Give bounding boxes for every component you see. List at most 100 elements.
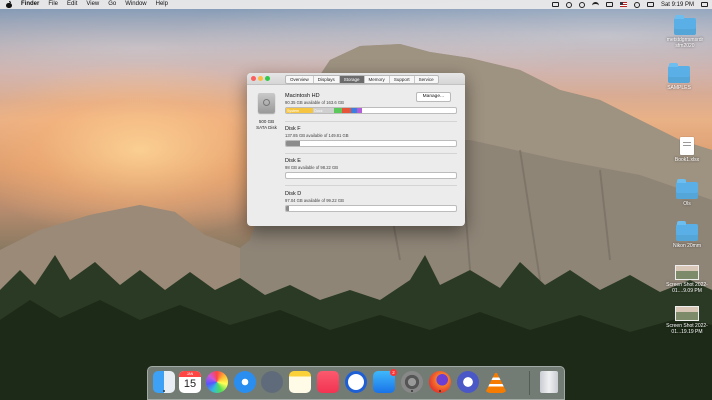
music-icon[interactable] — [317, 371, 339, 393]
notification-badge: 2 — [390, 369, 397, 376]
desktop-icon-label: Screen Shot 2022-01....9.09 PM — [666, 282, 708, 294]
finder-icon[interactable] — [153, 371, 175, 393]
menu-app-name[interactable]: Finder — [21, 0, 39, 9]
screenshot-thumbnail-icon — [675, 265, 699, 280]
torrent-app-icon[interactable] — [457, 371, 479, 393]
running-indicator — [411, 390, 413, 392]
folder-icon — [674, 15, 696, 35]
storage-bar — [285, 205, 457, 212]
calendar-day: 15 — [183, 378, 197, 390]
volume-macintosh-hd: Macintosh HD 90.35 GB available of 163.6… — [285, 92, 457, 114]
close-window-button[interactable] — [251, 76, 256, 81]
disk-type: SATA Disk — [256, 125, 277, 130]
menu-edit[interactable]: Edit — [67, 0, 77, 9]
folder-icon — [676, 179, 698, 199]
system-preferences-icon[interactable] — [401, 371, 423, 393]
ring-app-icon[interactable] — [345, 371, 367, 393]
wifi-icon[interactable] — [591, 2, 599, 7]
document-icon — [680, 137, 694, 155]
calendar-icon[interactable]: JAN 15 — [179, 371, 201, 393]
notification-center-icon[interactable] — [701, 2, 708, 7]
volume-name: Disk F — [285, 126, 301, 132]
volume-name: Disk D — [285, 191, 302, 197]
menu-clock[interactable]: Sat 9:19 PM — [661, 2, 694, 8]
menu-go[interactable]: Go — [108, 0, 116, 9]
launchpad-icon[interactable] — [261, 371, 283, 393]
screen-record-icon[interactable] — [551, 2, 559, 7]
menu-window[interactable]: Window — [125, 0, 146, 9]
used-space-fill — [286, 141, 300, 146]
tab-storage[interactable]: Storage — [339, 76, 365, 83]
desktop-icon-label: Nikon 20mm — [672, 243, 702, 249]
desktop-icon-label: metstdgrrsmsrdr sfm2020 — [666, 37, 704, 49]
desktop-icon-screenshot-1[interactable]: Screen Shot 2022-01....9.09 PM — [664, 265, 710, 294]
battery-icon[interactable] — [605, 2, 613, 7]
folder-icon — [668, 63, 690, 83]
dock-separator — [529, 371, 530, 395]
desktop-icon-samples[interactable]: SAMPLES — [656, 63, 702, 91]
running-indicator — [439, 390, 441, 392]
window-titlebar[interactable]: Overview Displays Storage Memory Support… — [247, 73, 465, 85]
desktop-icon-book1[interactable]: Book1.xlsx — [664, 137, 710, 163]
menu-file[interactable]: File — [48, 0, 58, 9]
volume-disk-d: Disk D 97.04 GB available of 99.22 GB — [285, 191, 457, 212]
divider — [285, 153, 457, 154]
storage-bar: System Docs — [285, 107, 457, 114]
disk-caption: 500 GB SATA Disk — [250, 119, 283, 131]
spotlight-search-icon[interactable] — [633, 1, 640, 8]
volume-disk-e: Disk E 98 GB available of 98.22 GB — [285, 158, 457, 179]
safari-icon[interactable] — [234, 371, 256, 393]
hard-disk-icon — [258, 93, 275, 113]
notes-icon[interactable] — [289, 371, 311, 393]
menu-help[interactable]: Help — [156, 0, 168, 9]
storage-segment-4 — [350, 108, 358, 113]
vlc-icon[interactable] — [485, 371, 507, 393]
input-source-flag-icon[interactable] — [619, 2, 627, 7]
minimize-window-button[interactable] — [258, 76, 263, 81]
volume-available: 98 GB available of 98.22 GB — [285, 165, 339, 170]
folder-icon — [676, 221, 698, 241]
app-store-icon[interactable]: 2 — [373, 369, 397, 393]
used-space-fill — [286, 206, 290, 211]
bluetooth-icon[interactable] — [578, 1, 585, 8]
apple-icon[interactable] — [6, 1, 12, 8]
status-area: Sat 9:19 PM — [551, 0, 708, 9]
time-machine-icon[interactable] — [565, 1, 572, 8]
divider — [285, 121, 457, 122]
storage-segment-3 — [342, 108, 351, 113]
photos-icon[interactable] — [206, 371, 228, 393]
storage-segment-2 — [333, 108, 343, 113]
storage-bar — [285, 140, 457, 147]
control-center-icon[interactable] — [646, 2, 654, 7]
desktop-icon-label: Book1.xlsx — [674, 157, 700, 163]
volume-available: 97.04 GB available of 99.22 GB — [285, 198, 344, 203]
desktop-icon-folder-1[interactable]: metstdgrrsmsrdr sfm2020 — [662, 15, 708, 49]
trash-icon[interactable] — [540, 371, 558, 393]
tab-displays[interactable]: Displays — [314, 76, 340, 83]
manage-button[interactable]: Manage... — [415, 92, 451, 102]
desktop-icon-label: Ols — [683, 201, 691, 207]
volume-name: Disk E — [285, 158, 301, 164]
storage-segment-0: System — [286, 108, 314, 113]
dock: JAN 15 2 — [147, 366, 565, 400]
zoom-window-button[interactable] — [265, 76, 270, 81]
tab-memory[interactable]: Memory — [365, 76, 390, 83]
storage-bar — [285, 172, 457, 179]
running-indicator — [163, 390, 165, 392]
menu-view[interactable]: View — [86, 0, 99, 9]
menu-bar: Finder File Edit View Go Window Help Sat… — [0, 0, 712, 9]
tab-service[interactable]: Service — [415, 76, 438, 83]
desktop-icon-screenshot-2[interactable]: Screen Shot 2022-01...19.19 PM — [664, 306, 710, 335]
tab-support[interactable]: Support — [390, 76, 415, 83]
firefox-icon[interactable] — [429, 371, 451, 393]
desktop-icon-ols[interactable]: Ols — [664, 179, 710, 207]
storage-segment-1: Docs — [313, 108, 334, 113]
volume-available: 137.85 GB available of 149.81 GB — [285, 133, 349, 138]
divider — [285, 185, 457, 186]
screenshot-thumbnail-icon — [675, 306, 699, 321]
desktop-icon-label: SAMPLES — [667, 85, 691, 91]
desktop-icon-nikon[interactable]: Nikon 20mm — [664, 221, 710, 249]
volume-disk-f: Disk F 137.85 GB available of 149.81 GB — [285, 126, 457, 147]
tab-overview[interactable]: Overview — [286, 76, 314, 83]
desktop-icon-label: Screen Shot 2022-01...19.19 PM — [666, 323, 708, 335]
